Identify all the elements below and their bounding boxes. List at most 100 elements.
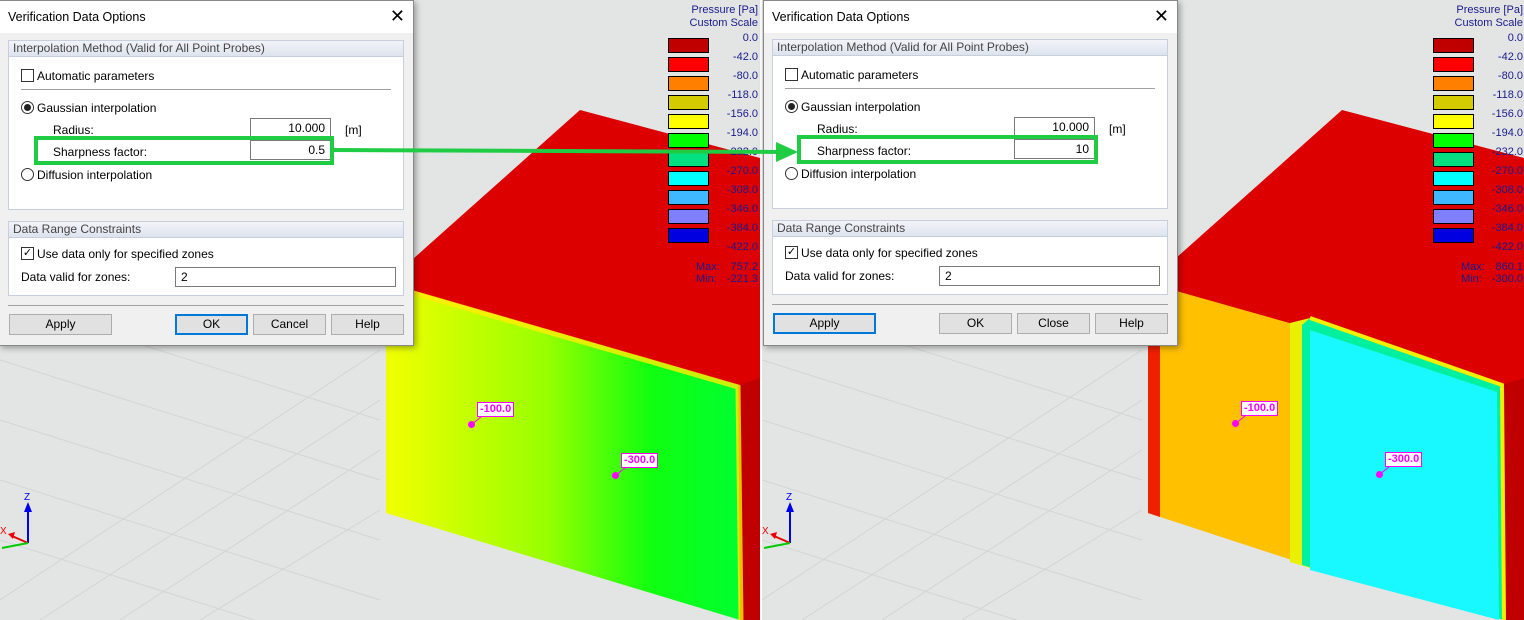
diffusion-interpolation-label: Diffusion interpolation — [801, 167, 917, 181]
legend-title: Pressure [Pa] — [1456, 4, 1523, 16]
legend-swatch — [1433, 171, 1474, 186]
title-bar[interactable]: Verification Data Options ✕ — [764, 1, 1177, 33]
probe-label: -300.0 — [621, 453, 659, 468]
legend-swatch — [668, 114, 709, 129]
legend-subtitle: Custom Scale — [1454, 17, 1523, 29]
legend-level: -156.0 — [726, 108, 758, 120]
legend-level: -232.0 — [1491, 146, 1523, 158]
legend-level: -42.0 — [1497, 51, 1523, 63]
legend-swatch — [1433, 228, 1474, 243]
data-range-constraints-group: Data Range Constraints ✓ Use data only f… — [772, 220, 1168, 295]
axis-triad: Z X — [0, 490, 40, 560]
probe-label: -100.0 — [1241, 401, 1279, 416]
apply-button[interactable]: Apply — [9, 314, 112, 335]
probe-label: -300.0 — [1385, 452, 1423, 467]
legend-level: -346.0 — [1491, 203, 1523, 215]
floor-grid — [762, 299, 1143, 620]
group-header: Data Range Constraints — [773, 221, 1167, 237]
x-axis-label: X — [762, 526, 769, 537]
diffusion-interpolation-radio[interactable] — [785, 167, 798, 180]
radius-input[interactable]: 10.000 — [1014, 117, 1095, 137]
legend-level: -422.0 — [1491, 241, 1523, 253]
legend-swatch — [668, 38, 709, 53]
use-zones-label: Use data only for specified zones — [37, 247, 214, 261]
dialog-title: Verification Data Options — [8, 10, 146, 24]
legend-level: -270.0 — [1491, 165, 1523, 177]
data-range-constraints-group: Data Range Constraints ✓ Use data only f… — [8, 221, 404, 296]
cancel-button[interactable]: Cancel — [253, 314, 326, 335]
divider — [21, 89, 391, 90]
z-axis-label: Z — [24, 492, 31, 503]
legend-swatch — [1433, 57, 1474, 72]
apply-button[interactable]: Apply — [773, 313, 876, 334]
legend-swatch — [1433, 76, 1474, 91]
legend-level: -118.0 — [727, 89, 758, 101]
z-axis-label: Z — [786, 492, 793, 503]
color-legend: Pressure [Pa] Custom Scale 0.0 -42.0 -80.0… — [1433, 4, 1523, 285]
gaussian-interpolation-radio[interactable] — [21, 101, 34, 114]
ok-button[interactable]: OK — [175, 314, 248, 335]
legend-swatch — [668, 190, 709, 205]
legend-level: -384.0 — [726, 222, 758, 234]
legend-level: 0.0 — [1507, 32, 1523, 44]
legend-level: 0.0 — [742, 32, 758, 44]
floor-grid — [0, 299, 381, 620]
legend-swatch — [1433, 190, 1474, 205]
legend-swatch — [1433, 95, 1474, 110]
legend-level: -422.0 — [726, 241, 758, 253]
probe-label: -100.0 — [477, 402, 515, 417]
title-bar[interactable]: Verification Data Options ✕ — [0, 1, 413, 33]
zones-input[interactable]: 2 — [939, 266, 1160, 286]
divider — [785, 88, 1155, 89]
verification-data-options-dialog-left: Verification Data Options ✕ Interpolatio… — [0, 0, 414, 346]
color-legend: Pressure [Pa] Custom Scale 0.0 -42.0 -80.0… — [668, 4, 758, 285]
use-zones-label: Use data only for specified zones — [801, 246, 978, 260]
legend-level: -308.0 — [726, 184, 758, 196]
close-icon[interactable]: ✕ — [1154, 6, 1169, 26]
legend-swatch — [1433, 152, 1474, 167]
legend-swatch — [668, 76, 709, 91]
legend-subtitle: Custom Scale — [689, 17, 758, 29]
zones-label: Data valid for zones: — [785, 269, 895, 283]
legend-swatch — [1433, 38, 1474, 53]
automatic-parameters-label: Automatic parameters — [801, 68, 919, 82]
legend-swatch — [1433, 114, 1474, 129]
diffusion-interpolation-radio[interactable] — [21, 168, 34, 181]
close-icon[interactable]: ✕ — [390, 6, 405, 26]
legend-swatch — [668, 171, 709, 186]
verification-data-options-dialog-right: Verification Data Options ✕ Interpolatio… — [763, 0, 1178, 346]
divider — [8, 305, 404, 306]
legend-swatch — [668, 95, 709, 110]
gaussian-interpolation-radio[interactable] — [785, 100, 798, 113]
sharpness-highlight-left — [34, 136, 334, 165]
x-axis-label: X — [0, 526, 7, 537]
zones-label: Data valid for zones: — [21, 270, 131, 284]
automatic-parameters-checkbox[interactable] — [21, 69, 34, 82]
radius-unit: [m] — [1109, 122, 1126, 136]
radius-input[interactable]: 10.000 — [250, 118, 331, 138]
comparison-arrow — [330, 142, 798, 162]
automatic-parameters-checkbox[interactable] — [785, 68, 798, 81]
legend-swatch — [1433, 133, 1474, 148]
zones-input[interactable]: 2 — [175, 267, 396, 287]
legend-swatch — [1433, 209, 1474, 224]
help-button[interactable]: Help — [331, 314, 404, 335]
close-button[interactable]: Close — [1017, 313, 1090, 334]
use-zones-checkbox[interactable]: ✓ — [21, 247, 34, 260]
legend-level: -156.0 — [1491, 108, 1523, 120]
ok-button[interactable]: OK — [939, 313, 1012, 334]
dialog-title: Verification Data Options — [772, 10, 910, 24]
radius-label: Radius: — [53, 123, 94, 137]
use-zones-checkbox[interactable]: ✓ — [785, 246, 798, 259]
legend-title: Pressure [Pa] — [691, 4, 758, 16]
legend-level: -308.0 — [1491, 184, 1523, 196]
gaussian-interpolation-label: Gaussian interpolation — [37, 101, 157, 115]
legend-level: -80.0 — [1497, 70, 1523, 82]
help-button[interactable]: Help — [1095, 313, 1168, 334]
automatic-parameters-label: Automatic parameters — [37, 69, 155, 83]
legend-level: -118.0 — [1492, 89, 1523, 101]
legend-swatch — [668, 57, 709, 72]
radius-label: Radius: — [817, 122, 858, 136]
gaussian-interpolation-label: Gaussian interpolation — [801, 100, 921, 114]
group-header: Interpolation Method (Valid for All Poin… — [773, 40, 1167, 56]
